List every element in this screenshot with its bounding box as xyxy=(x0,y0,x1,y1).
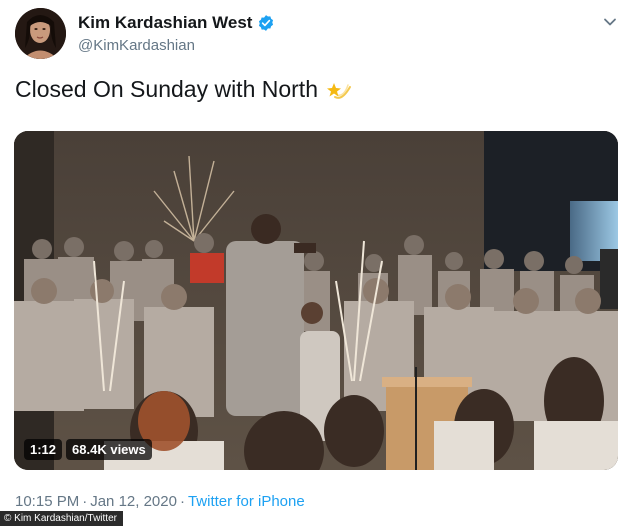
view-count: 68.4K views xyxy=(66,439,152,460)
tweet-time[interactable]: 10:15 PM xyxy=(15,493,79,510)
avatar[interactable] xyxy=(15,8,66,59)
tweet-metadata: 10:15 PM · Jan 12, 2020 · Twitter for iPhone xyxy=(15,493,305,510)
display-name[interactable]: Kim Kardashian West xyxy=(78,13,275,33)
video-duration: 1:12 xyxy=(24,439,63,460)
tweet-text: Closed On Sunday with North xyxy=(15,76,352,103)
photo-credit: © Kim Kardashian/Twitter xyxy=(0,511,123,526)
media-badges: 1:12 68.4K views xyxy=(24,439,152,460)
meta-separator: · xyxy=(179,493,185,510)
tweet-card: Kim Kardashian West @KimKardashian Close… xyxy=(0,0,634,526)
video-player[interactable]: 1:12 68.4K views xyxy=(14,131,618,470)
display-name-text: Kim Kardashian West xyxy=(78,13,253,32)
tweet-source-link[interactable]: Twitter for iPhone xyxy=(188,493,305,510)
tweet-text-content: Closed On Sunday with North xyxy=(15,76,318,102)
chevron-down-icon[interactable] xyxy=(602,14,618,30)
meta-separator: · xyxy=(82,493,88,510)
video-frame xyxy=(14,131,618,470)
verified-badge-icon xyxy=(259,15,274,31)
shooting-star-icon xyxy=(327,82,351,99)
tweet-date[interactable]: Jan 12, 2020 xyxy=(90,493,177,510)
user-handle[interactable]: @KimKardashian xyxy=(78,37,195,54)
